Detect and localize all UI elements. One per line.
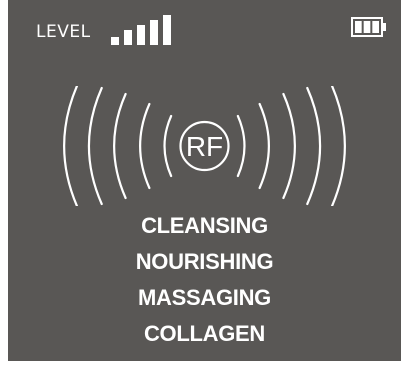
device-display: LEVEL RF CLEANSING NOURISHING MASSAGING … <box>8 0 401 361</box>
wave-arc-left-2 <box>139 102 151 190</box>
wave-arc-left-3 <box>113 92 127 200</box>
wave-arc-left-1 <box>163 114 173 178</box>
mode-cleansing: CLEANSING <box>141 213 268 238</box>
wave-arc-right-2 <box>258 102 270 190</box>
mode-list: CLEANSING NOURISHING MASSAGING COLLAGEN <box>8 208 401 352</box>
wave-arc-right-3 <box>282 92 296 200</box>
level-label: LEVEL <box>36 22 91 42</box>
level-bar-5 <box>163 15 171 45</box>
wave-arc-right-4 <box>306 86 322 206</box>
wave-arc-right-5 <box>330 86 346 206</box>
signal-bars-icon <box>111 15 181 45</box>
wave-arc-left-4 <box>87 86 103 206</box>
battery-segment-2 <box>363 21 371 33</box>
battery-segment-1 <box>355 21 362 33</box>
level-bar-3 <box>137 25 145 45</box>
wave-arc-left-5 <box>63 86 79 206</box>
rf-waves-icon: RF <box>63 86 346 206</box>
battery-icon <box>351 17 386 37</box>
battery-segment-3 <box>372 21 379 33</box>
mode-nourishing: NOURISHING <box>135 249 274 274</box>
mode-collagen: COLLAGEN <box>143 321 266 346</box>
mode-massaging: MASSAGING <box>138 285 271 310</box>
wave-arc-right-1 <box>236 114 246 178</box>
level-bar-2 <box>124 30 132 45</box>
level-bar-1 <box>111 37 119 45</box>
rf-badge-label: RF <box>186 131 223 162</box>
level-bar-4 <box>150 20 158 45</box>
